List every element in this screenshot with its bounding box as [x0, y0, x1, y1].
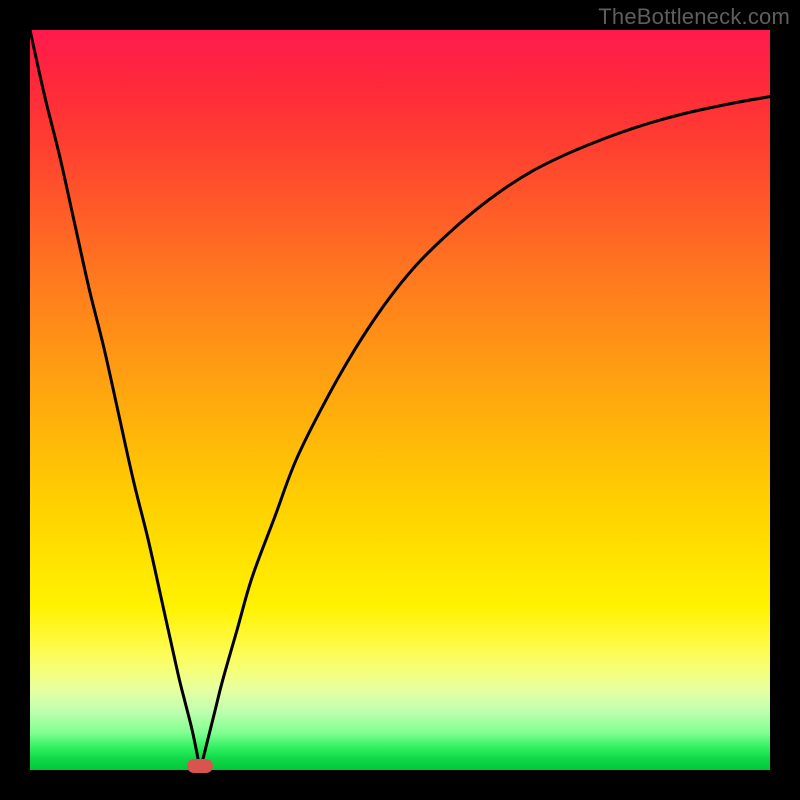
chart-container: TheBottleneck.com — [0, 0, 800, 800]
curve-layer — [30, 30, 770, 770]
plot-area — [30, 30, 770, 770]
minimum-marker — [187, 759, 213, 773]
curve-left-branch — [30, 30, 200, 770]
curve-right-branch — [200, 97, 770, 770]
watermark-text: TheBottleneck.com — [598, 4, 790, 30]
